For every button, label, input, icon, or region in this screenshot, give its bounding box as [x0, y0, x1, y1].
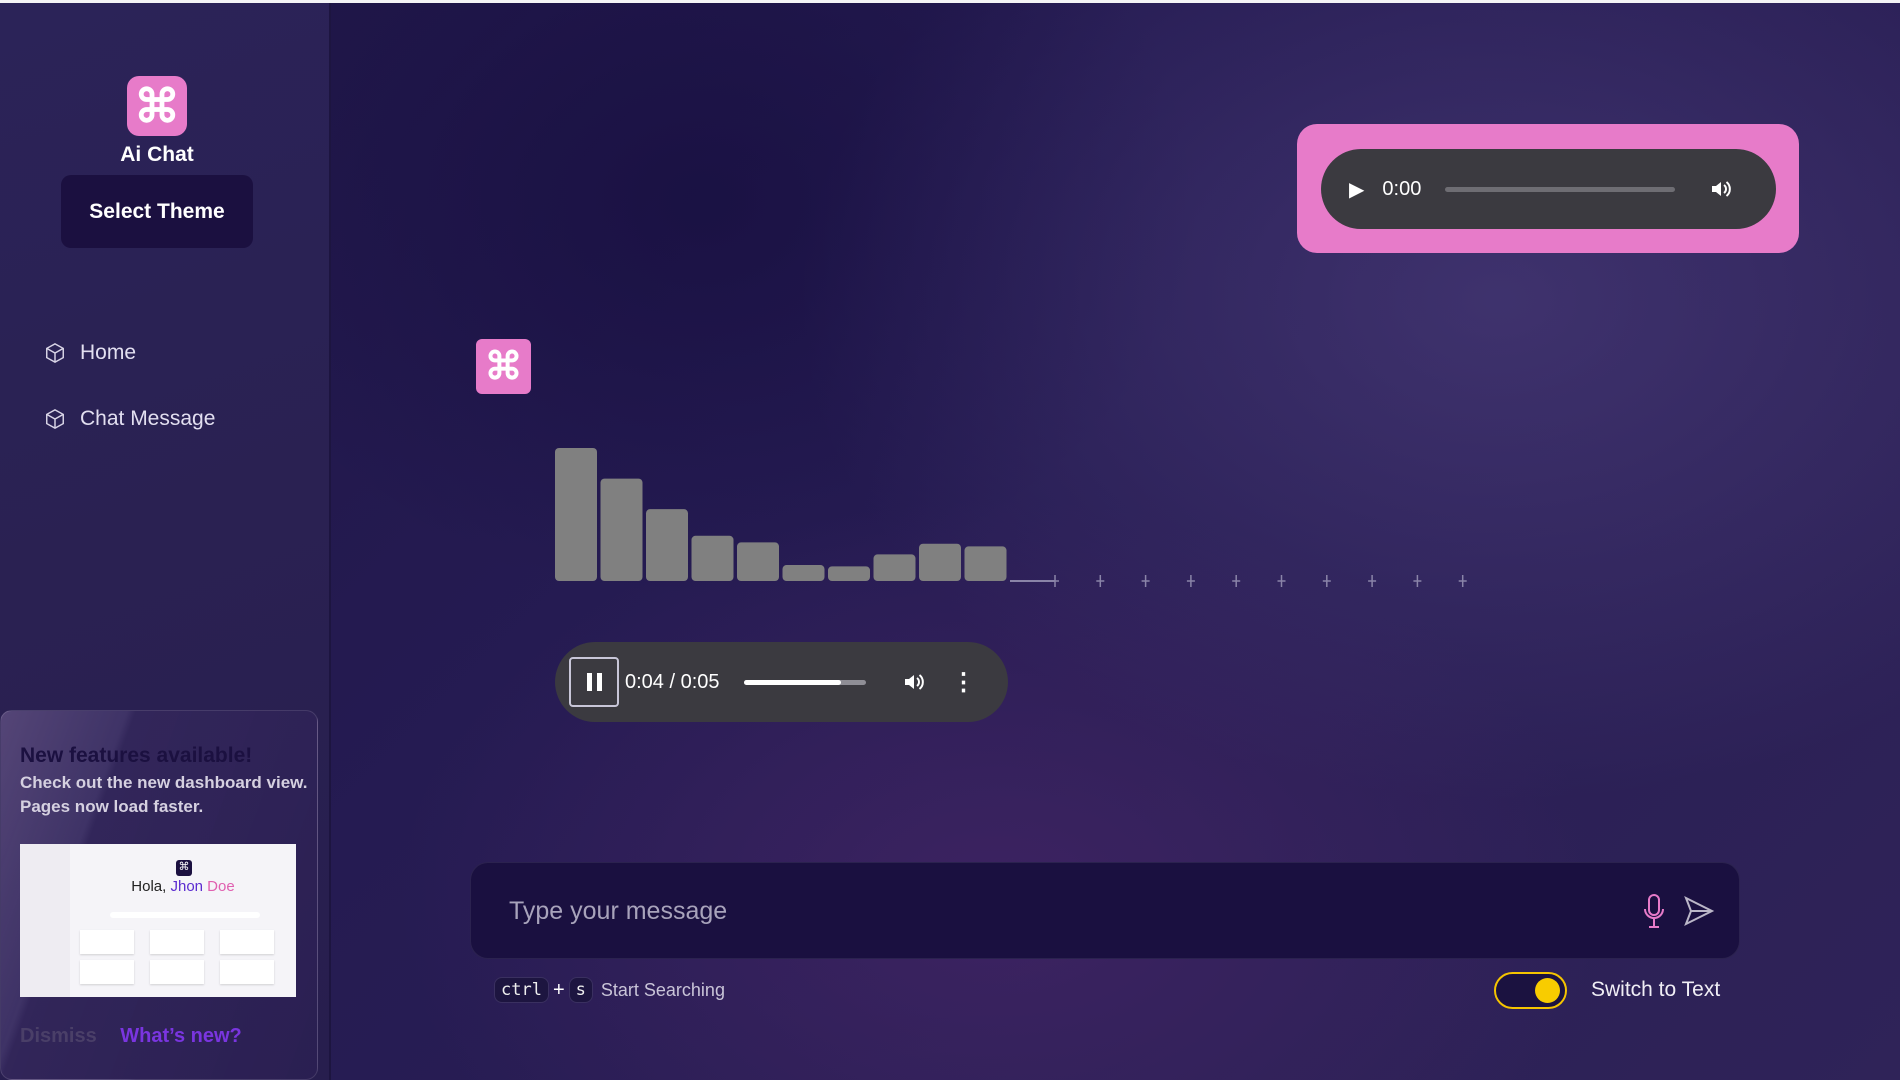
waveform-bar [691, 535, 734, 581]
waveform-bar [873, 554, 916, 581]
volume-icon[interactable] [902, 670, 926, 694]
waveform-silence-marker [1458, 575, 1467, 587]
command-icon: ⌘ [127, 76, 187, 136]
waveform-silence-marker [1277, 575, 1286, 587]
whats-new-link[interactable]: What’s new? [120, 1025, 241, 1047]
volume-icon[interactable] [1709, 177, 1733, 201]
waveform-bar [646, 509, 688, 581]
pause-icon [586, 673, 602, 691]
waveform-bar [964, 546, 1007, 581]
waveform-bar [555, 448, 597, 581]
waveform-silence-marker [1232, 575, 1241, 587]
waveform-silence-marker [1186, 575, 1195, 587]
announcement-card: New features available! Check out the ne… [0, 710, 318, 1080]
waveform-silence-marker [1368, 575, 1377, 587]
toggle-label: Switch to Text [1591, 978, 1721, 1001]
app-title: Ai Chat [120, 143, 194, 166]
toggle-knob [1535, 978, 1560, 1003]
switch-to-text-toggle[interactable] [1494, 972, 1567, 1009]
announcement-body: Check out the new dashboard view. Pages … [20, 773, 308, 816]
dashboard-preview-image: ⌘ Hola, Jhon Doe [20, 844, 296, 997]
command-icon: ⌘ [176, 860, 192, 876]
select-theme-button[interactable]: Select Theme [61, 175, 253, 248]
cube-icon [46, 342, 64, 364]
sidebar-item-home[interactable]: Home [44, 341, 136, 365]
waveform-bar [919, 543, 961, 581]
dismiss-button[interactable]: Dismiss [20, 1025, 97, 1047]
message-input[interactable] [509, 891, 1559, 931]
plus-sign: + [552, 978, 565, 1001]
audio-waveform [555, 448, 1467, 587]
send-icon[interactable] [1683, 895, 1715, 927]
sidebar-item-chat-message[interactable]: Chat Message [44, 407, 215, 431]
sidebar-item-label: Chat Message [80, 407, 216, 430]
audio-player-container: ▶ 0:00 [1297, 124, 1799, 253]
s-key: s [568, 977, 593, 1003]
announcement-title: New features available! [20, 744, 253, 767]
waveform-bar [737, 542, 779, 581]
play-icon[interactable]: ▶ [1349, 177, 1364, 202]
audio-seek-bar[interactable] [1445, 186, 1676, 192]
waveform-silence-marker [1322, 575, 1331, 587]
cube-icon [46, 408, 64, 430]
audio-seek-bar[interactable] [743, 679, 866, 685]
bot-avatar-command-icon: ⌘ [476, 339, 531, 394]
ctrl-key: ctrl [494, 977, 549, 1003]
waveform-silence-marker [1051, 575, 1059, 587]
waveform-bar [600, 478, 643, 581]
audio-time: 0:00 [1382, 177, 1422, 200]
message-composer [470, 862, 1740, 959]
audio-time: 0:04 / 0:05 [625, 670, 720, 693]
waveform-bar [828, 566, 870, 581]
sidebar-item-label: Home [80, 341, 137, 364]
shortcut-label: Start Searching [600, 979, 725, 1000]
waveform-silence-marker [1096, 575, 1105, 587]
more-options-icon[interactable]: ⋮ [952, 668, 976, 697]
audio-player: ▶ 0:00 [1321, 149, 1776, 229]
preview-greeting: Hola, Jhon Doe [131, 878, 235, 895]
message-audio-player: 0:04 / 0:05 ⋮ [555, 642, 1008, 722]
waveform-silence-marker [1413, 575, 1422, 587]
pause-button[interactable] [569, 657, 619, 707]
microphone-icon[interactable] [1641, 893, 1667, 929]
search-shortcut-hint: ctrl + s Start Searching [494, 977, 725, 1003]
waveform-bar [782, 565, 825, 581]
waveform-silence-marker [1141, 575, 1150, 587]
